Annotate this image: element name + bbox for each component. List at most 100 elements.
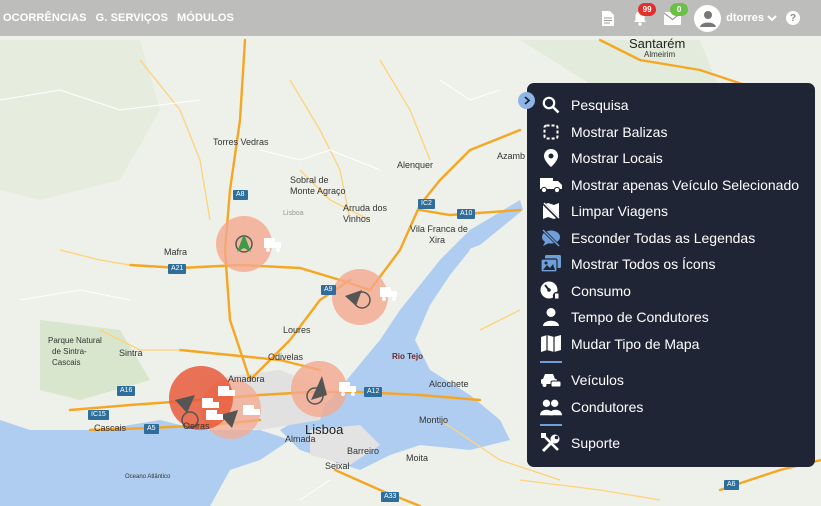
road-shield: IC2 <box>418 199 435 209</box>
map-label: Amadora <box>228 374 265 384</box>
map-label: Parque Natural <box>48 336 102 345</box>
map-label: Oceano Atlântico <box>125 474 171 480</box>
tools-icon <box>540 433 562 453</box>
map-icon <box>540 334 562 354</box>
menu-item-tempo-condutores[interactable]: Tempo de Condutores <box>527 304 815 331</box>
users-icon <box>540 397 562 417</box>
menu-divider <box>527 420 815 430</box>
collapse-panel-button[interactable] <box>518 92 535 109</box>
map-label: Santarém <box>629 36 686 51</box>
document-button[interactable] <box>598 8 618 28</box>
menu-item-label: Mostrar Balizas <box>571 123 668 140</box>
map-label: Monte Agraço <box>290 186 346 196</box>
map-label: Alenquer <box>397 160 434 170</box>
map-label: de Sintra- <box>52 347 87 356</box>
map-label: Mafra <box>164 247 188 257</box>
menu-item-label: Veículos <box>571 372 624 389</box>
map-label: Odivelas <box>268 352 304 362</box>
chevron-right-icon <box>523 96 530 105</box>
map-pin-icon <box>540 148 562 168</box>
map-label: Sintra <box>119 348 143 358</box>
menu-item-consumo[interactable]: Consumo <box>527 278 815 305</box>
truck-icon <box>540 175 562 195</box>
dashed-square-icon <box>540 122 562 142</box>
road-shield: A12 <box>364 387 383 397</box>
menu-item-label: Consumo <box>571 282 631 299</box>
road-shield: A9 <box>321 285 336 295</box>
menu-item-label: Esconder Todas as Legendas <box>571 229 756 246</box>
menu-item-label: Mostrar apenas Veículo Selecionado <box>571 176 800 193</box>
menu-item-label: Mudar Tipo de Mapa <box>571 335 700 352</box>
messages-button[interactable]: 0 <box>662 3 689 28</box>
menu-item-label: Limpar Viagens <box>571 203 669 220</box>
map-label: Barreiro <box>347 446 380 456</box>
alerts-badge: 99 <box>638 3 657 16</box>
map-options-panel: Pesquisa Mostrar Balizas Mostrar Locais … <box>527 83 815 467</box>
map-label: Azamb <box>497 151 526 161</box>
menu-item-veiculo-selecionado[interactable]: Mostrar apenas Veículo Selecionado <box>527 172 815 199</box>
map-label: Sobral de <box>290 175 329 185</box>
images-icon <box>540 254 562 274</box>
road-shield: A6 <box>724 480 739 490</box>
gauge-fuel-icon <box>540 281 562 301</box>
map-label: Seixal <box>325 461 350 471</box>
top-navbar: OCORRÊNCIAS G. SERVIÇOS MÓDULOS 99 0 dto… <box>0 0 821 36</box>
menu-item-mudar-tipo-mapa[interactable]: Mudar Tipo de Mapa <box>527 331 815 358</box>
map-label: Oeiras <box>183 421 210 431</box>
nav-modulos[interactable]: MÓDULOS <box>177 12 234 24</box>
map-options-menu: Pesquisa Mostrar Balizas Mostrar Locais … <box>527 83 815 457</box>
map-label: Alcochete <box>429 379 469 389</box>
road-shield: A21 <box>168 264 187 274</box>
car-icon <box>540 370 562 390</box>
road-shield: A5 <box>144 424 159 434</box>
comment-off-icon <box>540 228 562 248</box>
alerts-button[interactable]: 99 <box>630 3 657 28</box>
map-label: Montijo <box>419 415 449 425</box>
menu-item-limpar-viagens[interactable]: Limpar Viagens <box>527 198 815 225</box>
map-label: Cascais <box>94 423 127 433</box>
avatar <box>694 4 722 32</box>
map-label: Almeirim <box>644 50 676 59</box>
road-shield: A8 <box>233 190 248 200</box>
menu-item-veiculos[interactable]: Veículos <box>527 367 815 394</box>
road-shield: IC15 <box>88 410 109 420</box>
map-label: Moita <box>406 453 429 463</box>
map-label: Rio Tejo <box>392 352 423 361</box>
menu-item-label: Condutores <box>571 398 644 415</box>
chevron-down-icon <box>767 15 777 22</box>
map-off-icon <box>540 201 562 221</box>
menu-item-condutores[interactable]: Condutores <box>527 394 815 421</box>
menu-item-label: Mostrar Todos os Ícons <box>571 256 716 273</box>
map-label: Loures <box>283 325 311 335</box>
user-icon <box>540 307 562 327</box>
main-nav: OCORRÊNCIAS G. SERVIÇOS MÓDULOS <box>0 12 234 24</box>
map-label: Vila Franca de <box>410 224 468 234</box>
username: dtorres <box>726 12 764 24</box>
road-shield: A16 <box>117 386 136 396</box>
user-menu[interactable]: dtorres <box>694 4 778 32</box>
map-label: Xira <box>429 235 446 245</box>
menu-item-label: Tempo de Condutores <box>571 309 709 326</box>
messages-badge: 0 <box>670 3 689 16</box>
menu-item-label: Suporte <box>571 435 621 452</box>
nav-servicos[interactable]: G. SERVIÇOS <box>96 12 168 24</box>
help-button[interactable]: ? <box>786 11 800 25</box>
map-label: Almada <box>285 434 316 444</box>
menu-item-pesquisa[interactable]: Pesquisa <box>527 92 815 119</box>
menu-item-esconder-legendas[interactable]: Esconder Todas as Legendas <box>527 225 815 252</box>
menu-item-mostrar-icons[interactable]: Mostrar Todos os Ícons <box>527 251 815 278</box>
search-icon <box>540 95 562 115</box>
user-avatar-icon <box>699 11 716 27</box>
map-label: Torres Vedras <box>213 137 269 147</box>
header-actions: 99 0 dtorres ? <box>598 0 821 36</box>
map-label: Cascais <box>52 358 81 367</box>
menu-item-label: Mostrar Locais <box>571 150 663 167</box>
menu-item-mostrar-balizas[interactable]: Mostrar Balizas <box>527 119 815 146</box>
map-label: Vinhos <box>343 214 371 224</box>
menu-item-mostrar-locais[interactable]: Mostrar Locais <box>527 145 815 172</box>
map-label: Lisboa <box>283 210 304 217</box>
road-shield: A33 <box>381 492 400 502</box>
nav-ocorrencias[interactable]: OCORRÊNCIAS <box>3 12 87 24</box>
document-icon <box>602 10 615 26</box>
menu-item-suporte[interactable]: Suporte <box>527 430 815 457</box>
